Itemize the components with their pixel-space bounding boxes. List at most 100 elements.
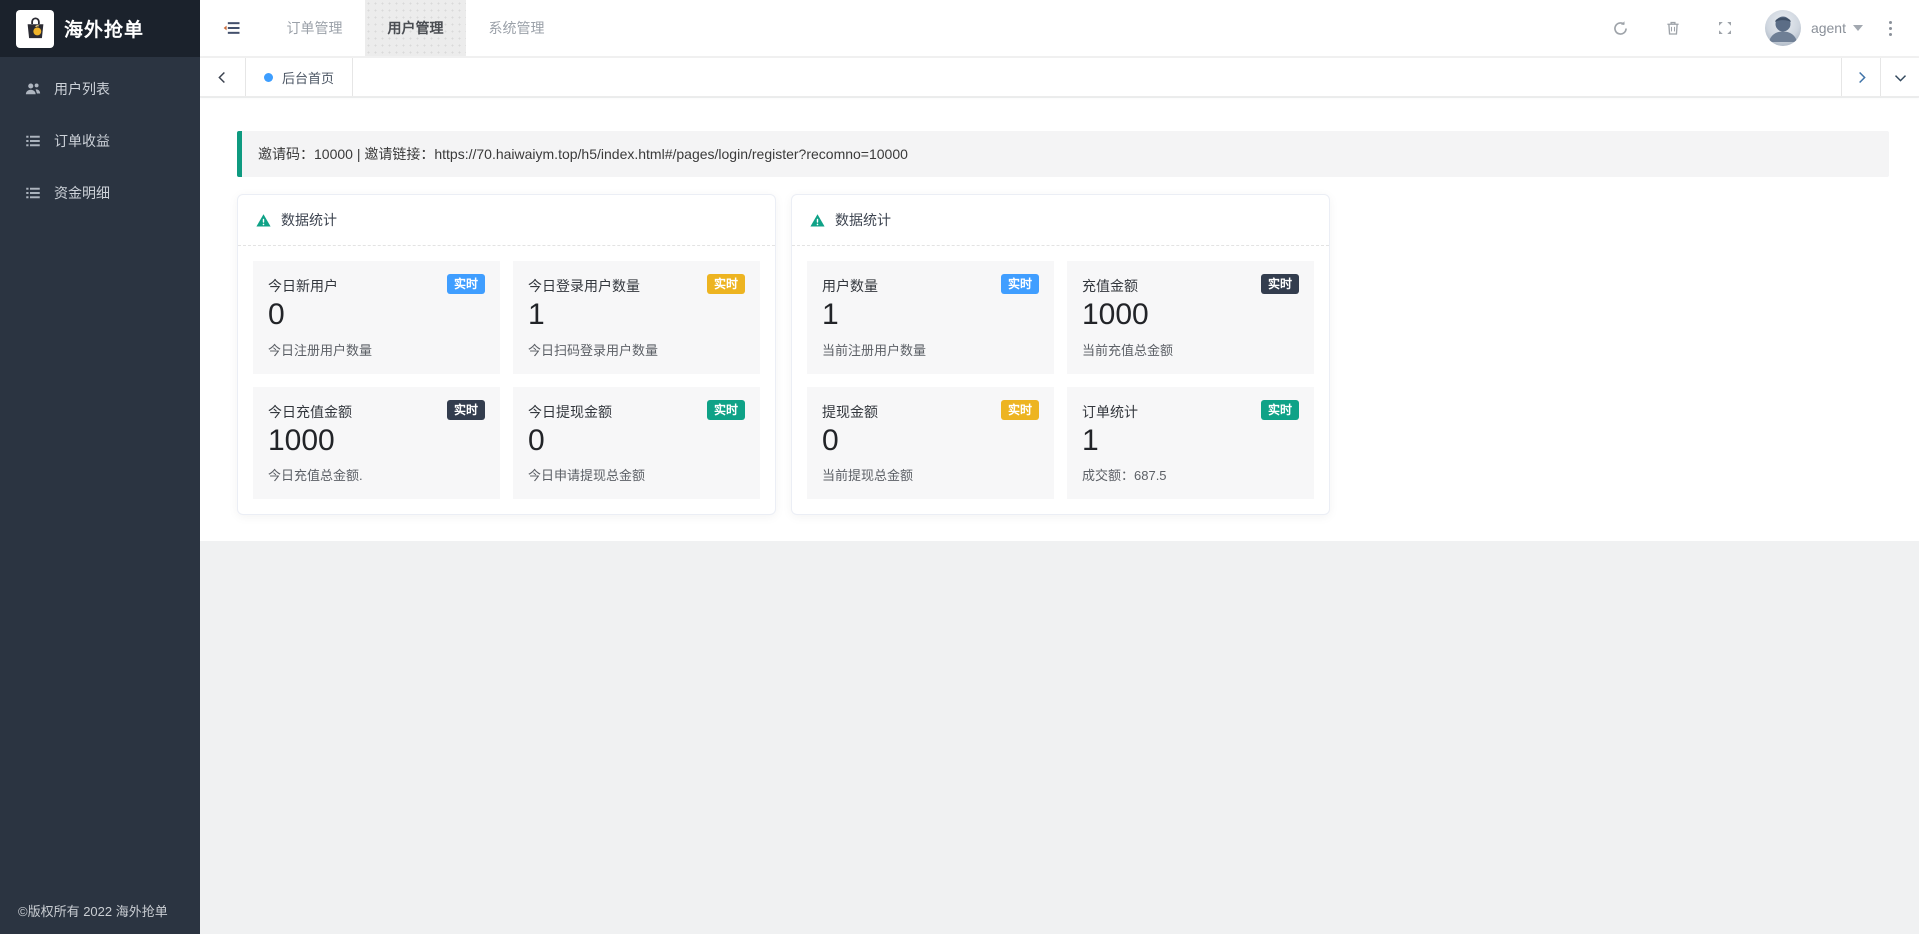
stat-tile-order-stats: 订单统计 实时 1 成交额：687.5 <box>1067 386 1314 499</box>
stat-value: 1 <box>1082 423 1099 457</box>
sidebar-item-label: 资金明细 <box>54 185 110 201</box>
invite-text: 邀请码：10000 | 邀请链接：https://70.haiwaiym.top… <box>258 146 908 162</box>
chevron-left-icon <box>215 70 230 85</box>
stats-card-total: 数据统计 用户数量 实时 1 当前注册用户数量 充值金额 实时 1000 当前充… <box>791 194 1330 515</box>
stat-value: 1 <box>822 298 839 331</box>
stats-cards-row: 数据统计 今日新用户 实时 0 今日注册用户数量 今日登录用户数量 实时 1 今… <box>237 194 1889 515</box>
stat-tile-total-recharge: 充值金额 实时 1000 当前充值总金额 <box>1067 261 1314 374</box>
stat-tile-new-users-today: 今日新用户 实时 0 今日注册用户数量 <box>253 261 500 374</box>
top-tab-order-management[interactable]: 订单管理 <box>264 0 365 56</box>
stat-label: 充值金额 <box>1082 278 1138 294</box>
stat-subtitle: 当前提现总金额 <box>822 468 914 483</box>
user-menu[interactable]: agent <box>1811 20 1846 36</box>
top-tab-user-management[interactable]: 用户管理 <box>365 0 466 56</box>
stat-value: 0 <box>268 298 285 331</box>
stat-label: 今日提现金额 <box>528 403 612 420</box>
card-body: 用户数量 实时 1 当前注册用户数量 充值金额 实时 1000 当前充值总金额 … <box>792 246 1329 514</box>
sidebar-item-fund-detail[interactable]: 资金明细 <box>0 167 200 219</box>
stat-tile-logins-today: 今日登录用户数量 实时 1 今日扫码登录用户数量 <box>513 261 760 374</box>
menu-fold-icon <box>222 18 242 38</box>
sidebar-item-order-income[interactable]: 订单收益 <box>0 115 200 167</box>
sidebar-item-label: 用户列表 <box>54 81 110 97</box>
refresh-icon <box>1611 19 1630 38</box>
sidebar-item-user-list[interactable]: 用户列表 <box>0 63 200 115</box>
tabs-scroll-right-button[interactable] <box>1841 58 1880 96</box>
invite-info-bar: 邀请码：10000 | 邀请链接：https://70.haiwaiym.top… <box>237 131 1889 177</box>
more-options-button[interactable] <box>1873 0 1907 57</box>
main-content: 邀请码：10000 | 邀请链接：https://70.haiwaiym.top… <box>200 98 1919 934</box>
clear-cache-button[interactable] <box>1647 0 1699 57</box>
warning-icon <box>255 212 272 229</box>
stat-value: 1000 <box>268 423 335 457</box>
stat-subtitle: 今日申请提现总金额 <box>528 468 646 483</box>
realtime-badge: 实时 <box>706 274 745 295</box>
card-body: 今日新用户 实时 0 今日注册用户数量 今日登录用户数量 实时 1 今日扫码登录… <box>238 246 775 514</box>
stat-subtitle: 今日充值总金额. <box>268 468 363 483</box>
card-title: 数据统计 <box>835 212 891 228</box>
fullscreen-icon <box>1716 19 1734 37</box>
list-icon <box>24 184 42 202</box>
refresh-button[interactable] <box>1595 0 1647 57</box>
tabs-scroll-left-button[interactable] <box>200 58 246 96</box>
top-nav-tabs: 订单管理 用户管理 系统管理 <box>264 0 567 56</box>
stat-value: 1000 <box>1082 298 1149 331</box>
brand-logo-icon <box>16 9 54 48</box>
tab-label: 后台首页 <box>282 70 335 86</box>
top-navbar: 订单管理 用户管理 系统管理 agent <box>200 0 1919 57</box>
stat-label: 提现金额 <box>822 403 878 420</box>
brand-title: 海外抢单 <box>64 20 145 41</box>
stat-value: 0 <box>528 423 545 457</box>
navbar-right: agent <box>1595 0 1919 56</box>
stat-subtitle: 当前注册用户数量 <box>822 342 927 358</box>
realtime-badge: 实时 <box>446 399 485 420</box>
chevron-right-icon <box>1854 70 1869 85</box>
stat-value: 1 <box>528 298 545 331</box>
dashboard-page: 邀请码：10000 | 邀请链接：https://70.haiwaiym.top… <box>200 98 1919 541</box>
stat-value: 0 <box>822 423 839 457</box>
kebab-icon <box>1888 20 1892 24</box>
card-title: 数据统计 <box>281 212 337 228</box>
chevron-down-icon[interactable] <box>1853 25 1863 31</box>
stat-label: 今日新用户 <box>268 278 338 294</box>
realtime-badge: 实时 <box>1000 274 1039 295</box>
stat-subtitle: 成交额：687.5 <box>1082 468 1167 483</box>
card-header: 数据统计 <box>792 195 1329 246</box>
sidebar-menu: 用户列表 订单收益 资金明细 <box>0 57 200 219</box>
stat-label: 今日充值金额 <box>268 403 352 420</box>
stat-tile-recharge-today: 今日充值金额 实时 1000 今日充值总金额. <box>253 386 500 499</box>
list-icon <box>24 132 42 150</box>
warning-icon <box>809 212 826 229</box>
realtime-badge: 实时 <box>1260 274 1299 295</box>
avatar[interactable] <box>1764 10 1801 46</box>
fullscreen-button[interactable] <box>1699 0 1751 57</box>
sidebar: 海外抢单 用户列表 订单收益 资金明细 ©版权所有 2022 海外抢单 <box>0 0 200 934</box>
trash-icon <box>1664 19 1682 37</box>
stat-label: 用户数量 <box>822 278 878 294</box>
brand[interactable]: 海外抢单 <box>0 0 200 57</box>
tab-dashboard[interactable]: 后台首页 <box>246 58 354 96</box>
copyright: ©版权所有 2022 海外抢单 <box>18 904 168 919</box>
sidebar-item-label: 订单收益 <box>54 133 110 149</box>
stat-subtitle: 今日扫码登录用户数量 <box>528 342 659 358</box>
realtime-badge: 实时 <box>1260 399 1299 420</box>
app-root: 海外抢单 用户列表 订单收益 资金明细 ©版权所有 2022 海外抢单 订单管理… <box>0 0 1919 934</box>
stat-tile-withdraw-today: 今日提现金额 实时 0 今日申请提现总金额 <box>513 386 760 499</box>
tag-view-bar: 后台首页 <box>200 57 1919 97</box>
card-header: 数据统计 <box>238 195 775 246</box>
collapse-sidebar-button[interactable] <box>200 0 264 56</box>
users-icon <box>24 80 42 98</box>
stat-label: 订单统计 <box>1082 403 1138 420</box>
stat-subtitle: 当前充值总金额 <box>1082 342 1174 358</box>
realtime-badge: 实时 <box>706 399 745 420</box>
chevron-down-icon <box>1893 70 1908 85</box>
active-tab-dot <box>264 72 273 82</box>
stat-label: 今日登录用户数量 <box>528 278 640 294</box>
tabs-actions-button[interactable] <box>1880 58 1919 96</box>
stat-tile-total-withdraw: 提现金额 实时 0 当前提现总金额 <box>807 386 1054 499</box>
stat-subtitle: 今日注册用户数量 <box>268 342 373 358</box>
top-tab-system-management[interactable]: 系统管理 <box>466 0 567 56</box>
tabstrip-spacer <box>353 58 1841 96</box>
stats-card-today: 数据统计 今日新用户 实时 0 今日注册用户数量 今日登录用户数量 实时 1 今… <box>237 194 776 515</box>
stat-tile-total-users: 用户数量 实时 1 当前注册用户数量 <box>807 261 1054 374</box>
realtime-badge: 实时 <box>446 274 485 295</box>
